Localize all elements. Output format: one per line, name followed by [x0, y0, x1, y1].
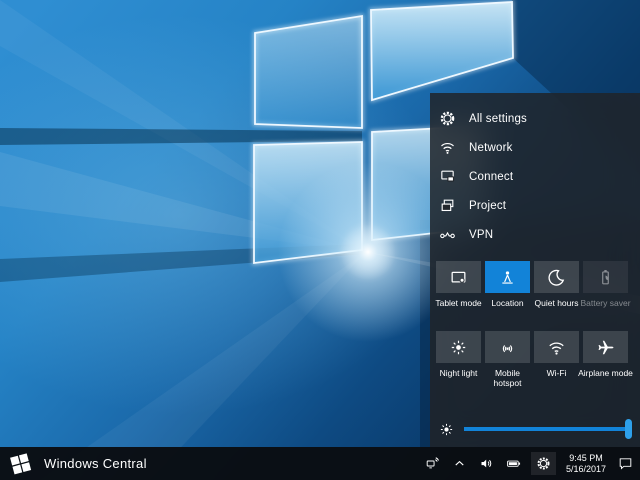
- wifi-icon: [547, 338, 566, 357]
- gear-icon: [536, 456, 551, 471]
- quick-action-cell: Night light: [436, 331, 481, 388]
- taskbar: Windows Central: [0, 447, 640, 480]
- menu-item-label: Connect: [469, 171, 513, 183]
- clock-date: 5/16/2017: [566, 464, 606, 475]
- action-center-panel: All settings Network Connect: [430, 93, 640, 447]
- quick-action-label: Quiet hours: [529, 298, 585, 318]
- brightness-slider-thumb[interactable]: [625, 419, 632, 439]
- quick-action-cell: Tablet mode: [436, 261, 481, 318]
- project-icon: [439, 197, 456, 214]
- brightness-icon: [439, 422, 454, 437]
- quick-action-cell: Wi-Fi: [534, 331, 579, 388]
- location-icon: [498, 268, 517, 287]
- quick-action-label: Tablet mode: [431, 298, 487, 318]
- action-center-icon: [618, 456, 633, 471]
- settings-tray-button[interactable]: [531, 452, 556, 475]
- quick-action-cell: Airplane mode: [583, 331, 628, 388]
- airplane-mode-icon: [596, 338, 615, 357]
- taskbar-clock[interactable]: 9:45 PM 5/16/2017: [564, 453, 608, 475]
- menu-item-vpn[interactable]: VPN: [430, 220, 640, 249]
- menu-item-label: VPN: [469, 229, 493, 241]
- speaker-icon: [479, 456, 494, 471]
- quick-action-label: Mobile hotspot: [487, 368, 529, 388]
- menu-item-network[interactable]: Network: [430, 133, 640, 162]
- night-light-icon: [449, 338, 468, 357]
- night-light-tile[interactable]: [436, 331, 481, 363]
- wifi-tile[interactable]: [534, 331, 579, 363]
- quiet-hours-icon: [547, 268, 566, 287]
- menu-item-label: Network: [469, 142, 513, 154]
- clock-time: 9:45 PM: [566, 453, 606, 464]
- quick-action-label: Battery saver: [578, 298, 634, 318]
- menu-item-connect[interactable]: Connect: [430, 162, 640, 191]
- tray-app-button[interactable]: [423, 454, 442, 473]
- windows-central-logo: Windows Central: [8, 447, 147, 480]
- brand-text: Windows Central: [44, 456, 147, 471]
- menu-item-all-settings[interactable]: All settings: [430, 104, 640, 133]
- mobile-hotspot-tile[interactable]: [485, 331, 530, 363]
- quick-action-cell: Mobile hotspot: [485, 331, 530, 388]
- quick-action-cell: Quiet hours: [534, 261, 579, 318]
- vpn-icon: [439, 226, 456, 243]
- quick-actions-grid: Tablet mode Location Qui: [436, 261, 628, 388]
- tablet-mode-tile[interactable]: [436, 261, 481, 293]
- brightness-slider-fill: [464, 427, 631, 431]
- quick-action-label: Airplane mode: [578, 368, 634, 388]
- battery-saver-tile[interactable]: [583, 261, 628, 293]
- network-icon: [439, 139, 456, 156]
- battery-icon: [506, 456, 521, 471]
- battery-button[interactable]: [504, 454, 523, 473]
- action-center-button[interactable]: [616, 454, 635, 473]
- menu-item-project[interactable]: Project: [430, 191, 640, 220]
- show-hidden-icons-button[interactable]: [450, 454, 469, 473]
- quick-action-label: Location: [480, 298, 536, 318]
- quick-action-label: Wi-Fi: [529, 368, 585, 388]
- windows-flag-icon: [8, 451, 33, 476]
- menu-item-label: All settings: [469, 113, 527, 125]
- quick-action-cell: Battery saver: [583, 261, 628, 318]
- quick-action-label: Night light: [431, 368, 487, 388]
- brightness-slider[interactable]: [464, 427, 631, 431]
- menu-item-label: Project: [469, 200, 506, 212]
- brightness-row: [430, 417, 640, 441]
- system-tray: 9:45 PM 5/16/2017: [423, 447, 635, 480]
- desktop-screen: All settings Network Connect: [0, 0, 640, 480]
- quick-links-menu: All settings Network Connect: [430, 104, 640, 249]
- remote-display-icon: [425, 456, 440, 471]
- mobile-hotspot-icon: [498, 338, 517, 357]
- volume-button[interactable]: [477, 454, 496, 473]
- connect-icon: [439, 168, 456, 185]
- battery-saver-icon: [596, 268, 615, 287]
- airplane-mode-tile[interactable]: [583, 331, 628, 363]
- chevron-up-icon: [452, 456, 467, 471]
- quiet-hours-tile[interactable]: [534, 261, 579, 293]
- quick-action-cell: Location: [485, 261, 530, 318]
- gear-icon: [439, 110, 456, 127]
- location-tile[interactable]: [485, 261, 530, 293]
- tablet-mode-icon: [449, 268, 468, 287]
